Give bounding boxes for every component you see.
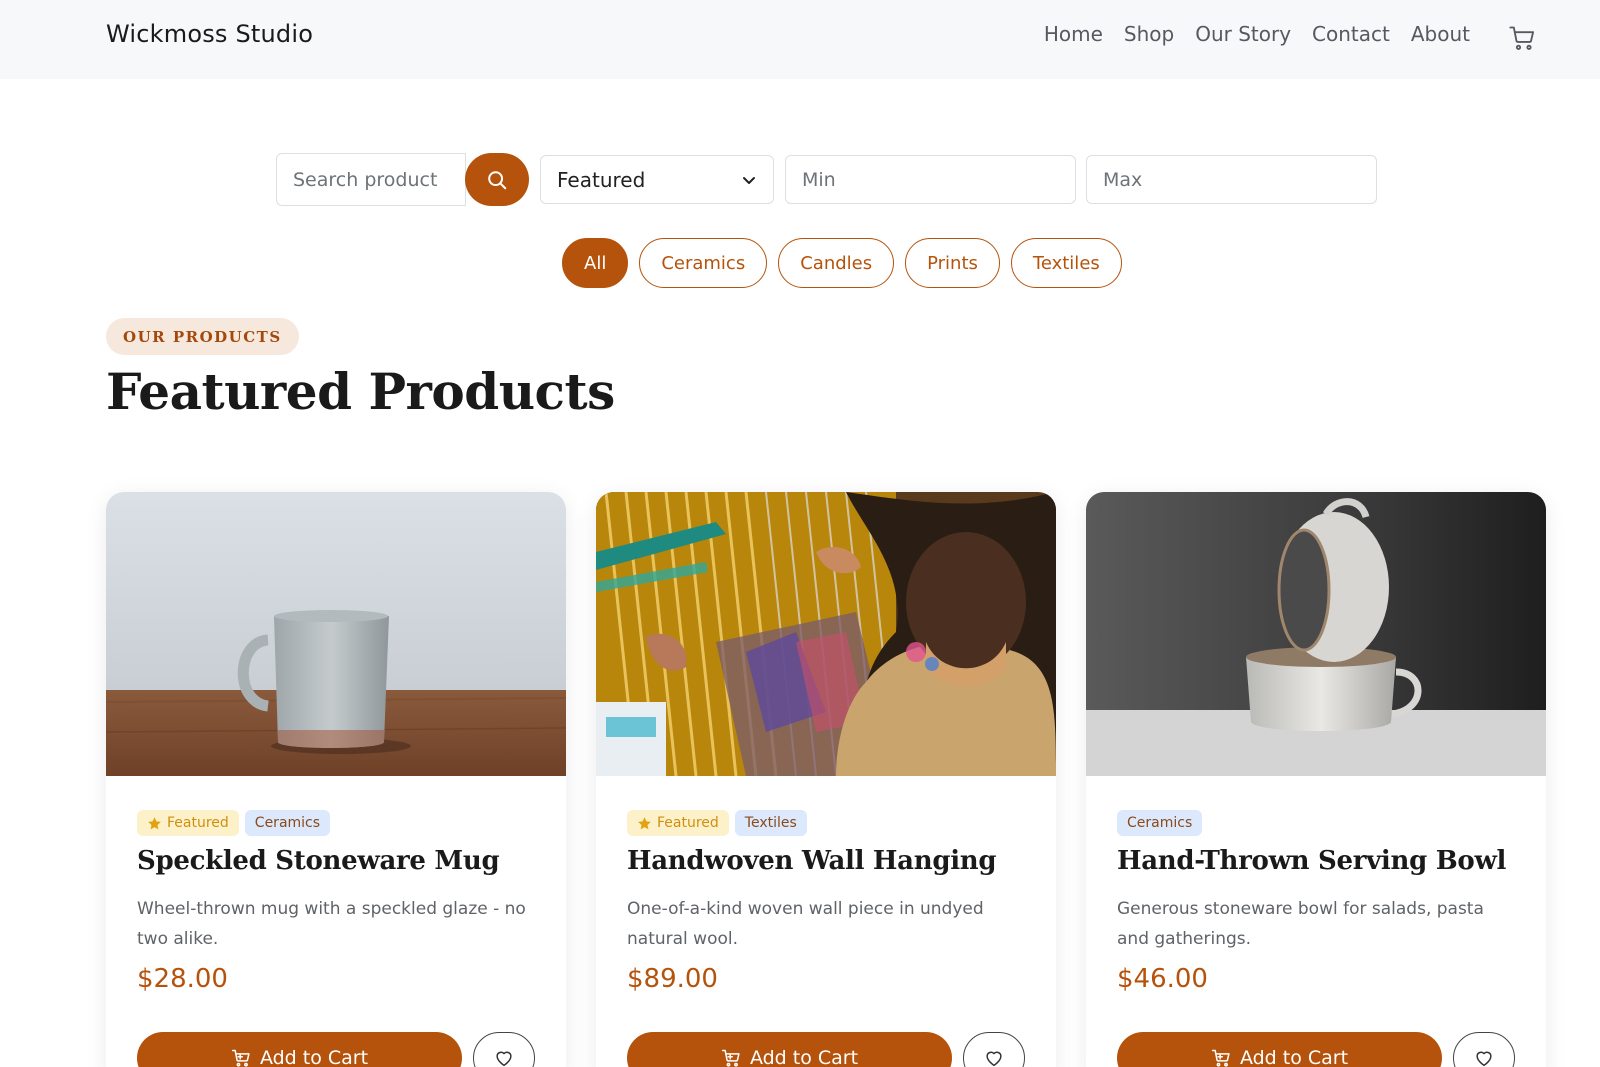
product-image[interactable]: [106, 492, 566, 776]
add-to-cart-button[interactable]: Add to Cart: [627, 1032, 952, 1067]
cart-icon[interactable]: [1508, 24, 1536, 52]
search-input[interactable]: [277, 154, 465, 205]
search-icon: [488, 170, 507, 189]
nav-about[interactable]: About: [1411, 22, 1470, 46]
section-eyebrow: OUR PRODUCTS: [106, 318, 299, 355]
product-price: $28.00: [137, 964, 228, 994]
category-filter: All Ceramics Candles Prints Textiles: [562, 238, 1122, 288]
product-tags: Featured Ceramics: [137, 810, 331, 836]
product-description: Wheel-thrown mug with a speckled glaze -…: [137, 899, 526, 949]
cart-icon: [231, 1049, 250, 1067]
product-price: $89.00: [627, 964, 718, 994]
product-name[interactable]: Handwoven Wall Hanging: [627, 846, 997, 876]
product-card: Featured Textiles Handwoven Wall Hanging…: [596, 492, 1056, 1067]
product-name[interactable]: Speckled Stoneware Mug: [137, 846, 500, 876]
category-ceramics[interactable]: Ceramics: [639, 238, 768, 288]
star-icon: [638, 816, 651, 829]
chevron-down-icon: [743, 176, 755, 184]
main-nav: Home Shop Our Story Contact About: [1044, 22, 1470, 46]
product-price: $46.00: [1117, 964, 1208, 994]
product-tags: Ceramics: [1117, 810, 1203, 836]
nav-our-story[interactable]: Our Story: [1195, 22, 1291, 46]
product-tags: Featured Textiles: [627, 810, 807, 836]
wishlist-button[interactable]: [473, 1032, 535, 1067]
product-image[interactable]: [1086, 492, 1546, 776]
category-textiles[interactable]: Textiles: [1010, 238, 1122, 288]
category-prints[interactable]: Prints: [905, 238, 1000, 288]
product-description: One-of-a-kind woven wall piece in undyed…: [627, 899, 984, 949]
product-description: Generous stoneware bowl for salads, past…: [1117, 899, 1484, 949]
nav-shop[interactable]: Shop: [1124, 22, 1174, 46]
nav-contact[interactable]: Contact: [1312, 22, 1390, 46]
category-badge: Textiles: [734, 810, 807, 836]
cart-icon: [721, 1049, 740, 1067]
category-all[interactable]: All: [562, 238, 629, 288]
max-price-input[interactable]: [1086, 155, 1377, 204]
cart-icon: [1211, 1049, 1230, 1067]
product-card: Featured Ceramics Speckled Stoneware Mug…: [106, 492, 566, 1067]
category-badge: Ceramics: [1117, 810, 1203, 836]
sort-select[interactable]: Featured: [540, 155, 774, 204]
search-field: [276, 153, 466, 206]
brand-logo[interactable]: Wickmoss Studio: [106, 20, 313, 48]
heart-icon: [1476, 1051, 1492, 1067]
site-header: Wickmoss Studio Home Shop Our Story Cont…: [0, 0, 1600, 79]
sort-value: Featured: [557, 167, 646, 192]
wishlist-button[interactable]: [1453, 1032, 1515, 1067]
star-icon: [148, 816, 161, 829]
featured-badge: Featured: [627, 810, 729, 836]
add-to-cart-button[interactable]: Add to Cart: [1117, 1032, 1442, 1067]
category-candles[interactable]: Candles: [778, 238, 895, 288]
product-image[interactable]: [596, 492, 1056, 776]
product-card: Ceramics Hand-Thrown Serving Bowl Genero…: [1086, 492, 1546, 1067]
add-to-cart-button[interactable]: Add to Cart: [137, 1032, 462, 1067]
featured-badge: Featured: [137, 810, 239, 836]
nav-home[interactable]: Home: [1044, 22, 1103, 46]
page-title: Featured Products: [106, 362, 615, 421]
product-name[interactable]: Hand-Thrown Serving Bowl: [1117, 846, 1506, 876]
category-badge: Ceramics: [244, 810, 331, 836]
heart-icon: [986, 1051, 1002, 1067]
heart-icon: [496, 1051, 512, 1067]
wishlist-button[interactable]: [963, 1032, 1025, 1067]
min-price-input[interactable]: [785, 155, 1076, 204]
search-button[interactable]: [465, 153, 529, 206]
